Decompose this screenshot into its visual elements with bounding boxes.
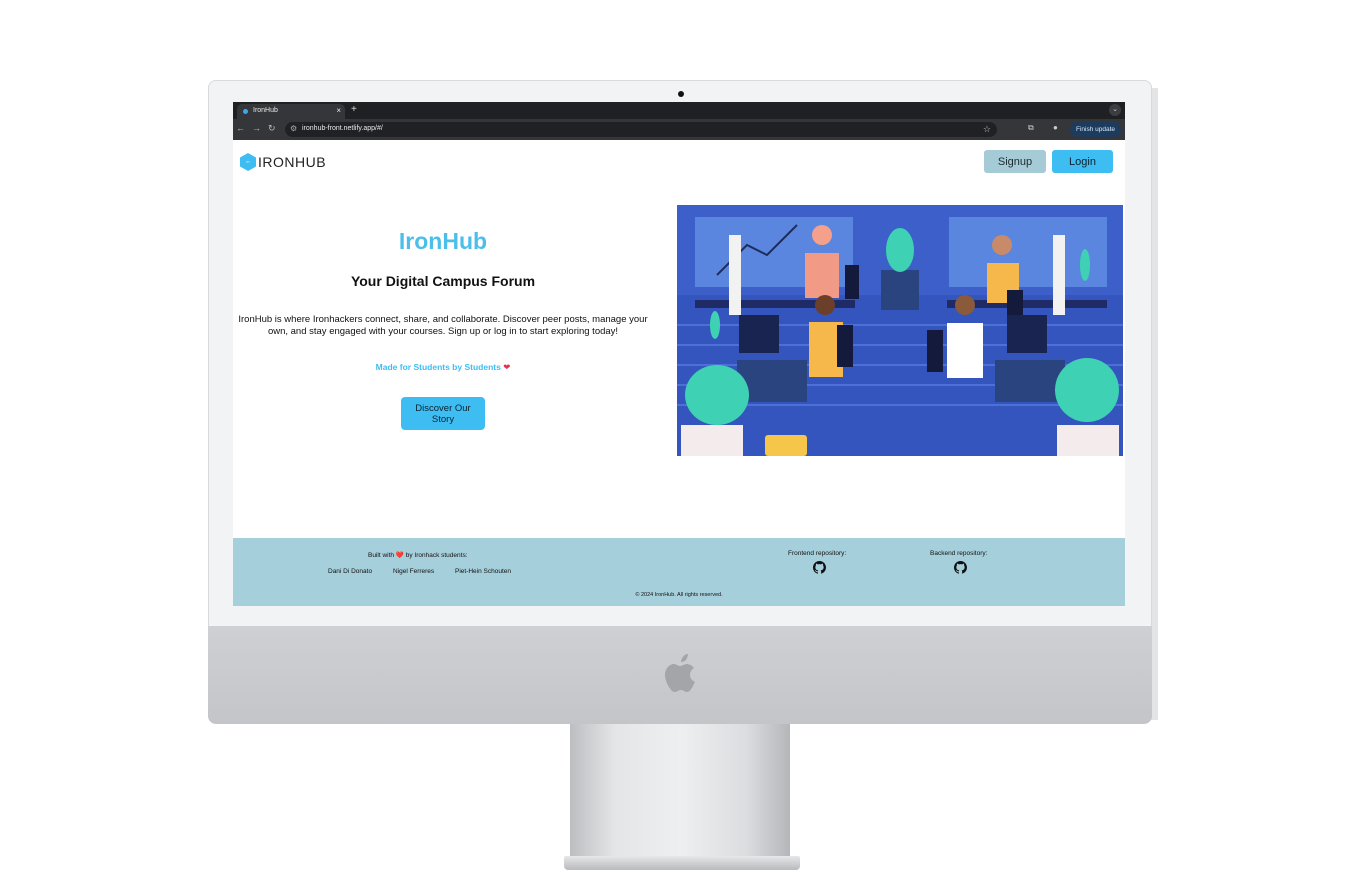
signup-button[interactable]: Signup	[984, 150, 1046, 173]
tagline-text: Made for Students by Students	[375, 362, 501, 372]
hero-title: IronHub	[398, 228, 488, 254]
frontend-repo-label: Frontend repository:	[788, 550, 847, 557]
tab-title: IronHub	[253, 107, 278, 114]
hero-description: IronHub is where Ironhackers connect, sh…	[238, 314, 648, 337]
login-button[interactable]: Login	[1052, 150, 1113, 173]
new-tab-button[interactable]: +	[351, 104, 357, 115]
finish-update-button[interactable]: Finish update	[1069, 122, 1121, 137]
author-link[interactable]: Piet-Hein Schouten	[455, 568, 511, 575]
camera-icon	[678, 91, 684, 97]
github-icon[interactable]	[813, 561, 826, 574]
github-icon[interactable]	[954, 561, 967, 574]
ironhub-logo-icon: IH	[240, 153, 256, 171]
reload-icon[interactable]: ↻	[268, 123, 276, 134]
browser-window: IronHub × + ⌄ ← → ↻ ⚙ ironhub-front.netl…	[233, 102, 1125, 606]
author-link[interactable]: Dani Di Donato	[328, 568, 372, 575]
favicon-icon	[243, 109, 248, 114]
imac-stand	[570, 724, 790, 858]
author-link[interactable]: Nigel Ferreres	[393, 568, 434, 575]
back-icon[interactable]: ←	[236, 123, 245, 133]
apple-logo-icon	[665, 654, 695, 692]
forward-icon[interactable]: →	[252, 123, 261, 133]
svg-text:IH: IH	[246, 160, 249, 164]
browser-toolbar: ← → ↻ ⚙ ironhub-front.netlify.app/#/ ☆ ⧉…	[233, 119, 1125, 140]
copyright: © 2024 IronHub. All rights reserved.	[635, 592, 723, 598]
extensions-icon[interactable]: ⧉	[1028, 123, 1034, 133]
discover-story-button[interactable]: Discover Our Story	[401, 397, 485, 430]
address-bar[interactable]: ⚙ ironhub-front.netlify.app/#/ ☆	[285, 122, 997, 137]
bookmark-star-icon[interactable]: ☆	[983, 124, 991, 135]
tab-search-icon[interactable]: ⌄	[1109, 104, 1121, 116]
tab-bar: IronHub × + ⌄	[233, 102, 1125, 119]
site-info-icon[interactable]: ⚙	[290, 124, 297, 133]
hero-subtitle: Your Digital Campus Forum	[350, 273, 536, 289]
profile-icon[interactable]: ●	[1053, 123, 1058, 132]
imac-stand-base	[564, 856, 800, 870]
tagline: Made for Students by Students ❤	[233, 362, 653, 373]
brand-name[interactable]: IRONHUB	[258, 154, 326, 170]
office-illustration	[677, 205, 1123, 456]
url-text: ironhub-front.netlify.app/#/	[302, 125, 383, 132]
webpage: IH IRONHUB Signup Login IronHub Your Dig…	[233, 140, 1125, 606]
built-by-text: Built with ❤️ by Ironhack students:	[368, 552, 468, 559]
backend-repo-label: Backend repository:	[930, 550, 988, 557]
heart-icon: ❤	[503, 362, 511, 372]
browser-tab[interactable]: IronHub ×	[237, 104, 345, 119]
close-tab-icon[interactable]: ×	[336, 106, 341, 115]
footer: Built with ❤️ by Ironhack students: Dani…	[233, 538, 1125, 606]
